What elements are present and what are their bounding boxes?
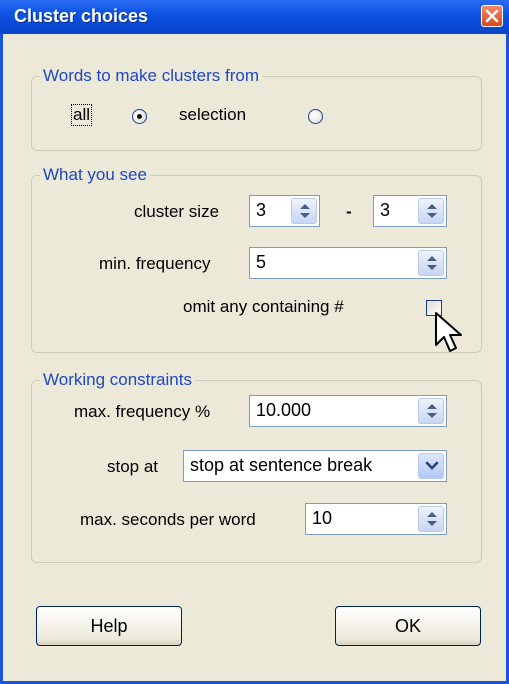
close-button[interactable]	[481, 5, 503, 27]
max-seconds-value: 10	[312, 508, 333, 528]
what-you-see-legend: What you see	[43, 165, 147, 184]
radio-selection[interactable]	[308, 109, 323, 124]
max-seconds-spin[interactable]	[418, 506, 444, 532]
max-seconds-stepper[interactable]: 10	[305, 503, 447, 535]
cluster-size-min-stepper[interactable]: 3	[249, 195, 320, 227]
min-frequency-label: min. frequency	[99, 254, 211, 273]
working-constraints-legend: Working constraints	[43, 370, 192, 389]
min-frequency-stepper[interactable]: 5	[249, 247, 447, 279]
title-bar[interactable]: Cluster choices	[0, 0, 509, 34]
cluster-size-min-spin[interactable]	[291, 198, 317, 224]
spin-up-down-icon	[427, 404, 437, 418]
spin-up-down-icon	[300, 204, 310, 218]
cluster-size-max-spin[interactable]	[418, 198, 444, 224]
chevron-down-icon	[425, 461, 439, 470]
max-seconds-label: max. seconds per word	[80, 510, 256, 529]
min-frequency-value: 5	[256, 252, 267, 272]
radio-all[interactable]	[132, 109, 147, 124]
stop-at-select[interactable]: stop at sentence break	[183, 450, 447, 482]
cluster-choices-dialog: Cluster choices Words to make clusters f…	[0, 0, 509, 684]
radio-all-dot	[137, 114, 142, 119]
max-frequency-label: max. frequency %	[74, 402, 211, 421]
words-group-legend: Words to make clusters from	[43, 66, 260, 85]
spin-up-down-icon	[427, 204, 437, 218]
stop-at-dropdown-button[interactable]	[418, 453, 444, 479]
stop-at-value: stop at sentence break	[190, 455, 373, 475]
min-frequency-spin[interactable]	[418, 250, 444, 276]
omit-label: omit any containing #	[183, 297, 344, 316]
ok-button[interactable]: OK	[335, 606, 481, 646]
mouse-pointer-icon	[435, 312, 462, 352]
spin-up-down-icon	[427, 256, 437, 270]
cluster-size-label: cluster size	[134, 202, 220, 221]
radio-selection-label[interactable]: selection	[179, 105, 246, 125]
cluster-size-min-value: 3	[256, 200, 267, 220]
spin-up-down-icon	[427, 512, 437, 526]
radio-all-label[interactable]: all	[70, 104, 93, 126]
words-group: Words to make clusters from	[31, 66, 482, 151]
window-title: Cluster choices	[14, 6, 149, 26]
cluster-size-separator: -	[346, 202, 352, 221]
cluster-size-max-stepper[interactable]: 3	[373, 195, 447, 227]
stop-at-label: stop at	[107, 457, 159, 476]
max-frequency-stepper[interactable]: 10.000	[249, 395, 447, 427]
cluster-size-max-value: 3	[380, 200, 391, 220]
close-icon	[485, 9, 499, 23]
max-frequency-value: 10.000	[256, 400, 312, 420]
max-frequency-spin[interactable]	[418, 398, 444, 424]
help-button[interactable]: Help	[36, 606, 182, 646]
